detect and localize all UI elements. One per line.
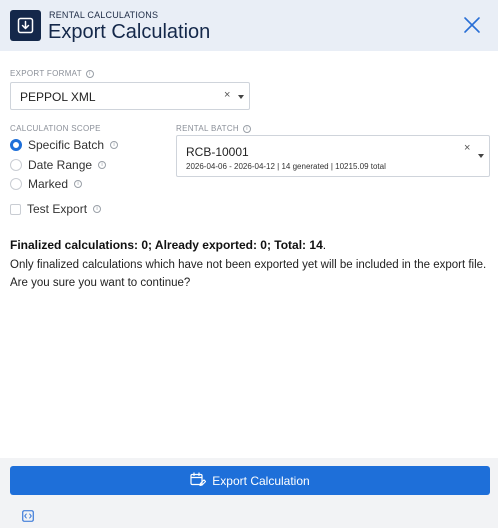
download-box-icon	[10, 10, 41, 41]
export-button-label: Export Calculation	[212, 473, 310, 488]
info-icon: i	[98, 161, 107, 169]
scope-option-label: Specific Batch	[28, 138, 105, 152]
export-format-label: EXPORT FORMAT i	[10, 69, 94, 78]
scope-option-label: Marked	[28, 177, 69, 191]
summary-text: Finalized calculations: 0; Already expor…	[10, 238, 323, 252]
dialog-title: Export Calculation	[48, 21, 211, 43]
batch-id: RCB-10001	[186, 145, 249, 159]
info-icon: i	[243, 124, 252, 133]
test-export-label: Test Export	[27, 202, 88, 216]
clear-format-icon[interactable]: ×	[224, 89, 230, 101]
radio-marked[interactable]	[10, 178, 22, 190]
chevron-down-icon[interactable]	[478, 154, 484, 158]
calendar-edit-icon	[190, 471, 207, 490]
test-export-option[interactable]: Test Export i	[10, 202, 102, 216]
calculation-scope-label: CALCULATION SCOPE	[10, 124, 101, 133]
rental-batch-select[interactable]: RCB-10001 2026-04-06 - 2026-04-12 | 14 g…	[176, 135, 490, 177]
export-summary: Finalized calculations: 0; Already expor…	[10, 238, 326, 252]
info-icon: i	[93, 205, 102, 213]
radio-date-range[interactable]	[10, 159, 22, 171]
export-calculation-button[interactable]: Export Calculation	[10, 466, 490, 495]
clear-batch-icon[interactable]: ×	[464, 142, 470, 154]
header-subtitle: RENTAL CALCULATIONS	[49, 10, 159, 20]
test-export-checkbox[interactable]	[10, 203, 21, 215]
radio-specific-batch[interactable]	[10, 139, 22, 151]
summary-period: .	[322, 238, 327, 252]
scope-option-marked[interactable]: Marked i	[10, 177, 83, 191]
code-icon[interactable]	[22, 509, 34, 522]
confirmation-message: Only finalized calculations which have n…	[10, 259, 487, 289]
rental-batch-label: RENTAL BATCH i	[176, 124, 252, 133]
dialog-header: RENTAL CALCULATIONS Export Calculation	[0, 0, 498, 51]
chevron-down-icon[interactable]	[238, 95, 244, 99]
scope-option-label: Date Range	[28, 158, 93, 172]
scope-option-date-range[interactable]: Date Range i	[10, 158, 107, 172]
export-format-select[interactable]: PEPPOL XML ×	[10, 82, 250, 110]
close-icon[interactable]	[462, 15, 482, 35]
export-format-value: PEPPOL XML	[20, 90, 96, 104]
info-icon: i	[74, 180, 83, 188]
batch-detail: 2026-04-06 - 2026-04-12 | 14 generated |…	[186, 162, 386, 171]
info-icon: i	[85, 69, 94, 78]
info-icon: i	[110, 141, 119, 149]
scope-option-specific-batch[interactable]: Specific Batch i	[10, 138, 119, 152]
